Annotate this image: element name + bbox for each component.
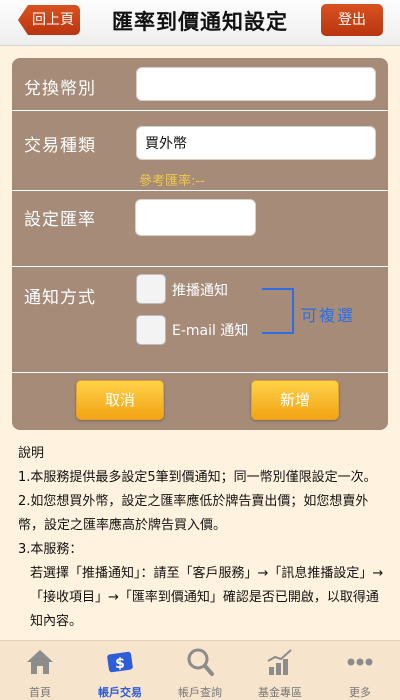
home-icon: [27, 650, 53, 674]
multi-select-bracket: [262, 288, 294, 334]
notes-section: 說明 1.本服務提供最多設定5筆到價通知；同一幣別僅限設定一次。 2.如您想買外…: [18, 442, 388, 634]
note-item-3: 3.本服務：: [18, 542, 83, 557]
chart-coins-icon: [267, 649, 292, 675]
tab-account-transaction[interactable]: $ 帳戶交易: [80, 641, 160, 700]
top-bar: 回上頁 匯率到價通知設定 登出: [0, 0, 400, 46]
currency-select[interactable]: [136, 67, 376, 101]
notify-label: 通知方式: [24, 288, 96, 308]
settings-form: 兌換幣別 交易種類 買外幣 參考匯率:-- 設定匯率 通知方式 推播通知 E-m…: [12, 58, 388, 430]
rate-row: 設定匯率: [12, 191, 388, 267]
push-notify-checkbox[interactable]: [136, 274, 166, 304]
logout-button[interactable]: 登出: [321, 4, 383, 36]
magnifier-icon: [187, 648, 214, 676]
tab-account-transaction-label: 帳戶交易: [98, 686, 142, 699]
more-dots-icon: [347, 658, 373, 666]
email-notify-checkbox[interactable]: [136, 315, 166, 345]
trade-type-select[interactable]: 買外幣: [136, 126, 376, 160]
tab-account-inquiry-label: 帳戶查詢: [178, 686, 222, 699]
tab-more[interactable]: 更多: [320, 641, 400, 700]
notes-heading: 說明: [18, 446, 45, 461]
cancel-button[interactable]: 取消: [76, 380, 164, 420]
rate-input[interactable]: [135, 199, 256, 236]
tab-fund-zone[interactable]: 基金專區: [240, 641, 320, 700]
currency-label: 兌換幣別: [24, 79, 96, 99]
push-notify-label: 推播通知: [172, 283, 228, 299]
tab-home[interactable]: 首頁: [0, 641, 80, 700]
tab-account-inquiry[interactable]: 帳戶查詢: [160, 641, 240, 700]
currency-row: 兌換幣別: [12, 58, 388, 111]
tab-more-label: 更多: [349, 686, 371, 699]
multi-select-note: 可複選: [301, 306, 356, 325]
add-button[interactable]: 新增: [251, 380, 339, 420]
trade-type-label: 交易種類: [24, 136, 96, 156]
note-item-1: 1.本服務提供最多設定5筆到價通知；同一幣別僅限設定一次。: [18, 470, 377, 485]
bottom-tab-bar: 首頁 $ 帳戶交易 帳戶查詢 基金專區 更多: [0, 640, 400, 700]
tab-fund-zone-label: 基金專區: [258, 686, 302, 699]
reference-rate-text: 參考匯率:--: [139, 174, 205, 189]
rate-label: 設定匯率: [24, 210, 96, 230]
note-item-3-detail: 若選擇「推播通知」：請至「客戶服務」→「訊息推播設定」→「接收項目」→「匯率到價…: [30, 566, 384, 629]
money-card-icon: $: [107, 651, 133, 673]
svg-text:$: $: [115, 656, 125, 672]
note-item-2: 2.如您想買外幣，設定之匯率應低於牌告賣出價；如您想賣外幣，設定之匯率應高於牌告…: [18, 494, 369, 533]
tab-home-label: 首頁: [29, 686, 51, 699]
email-notify-label: E-mail 通知: [172, 323, 249, 339]
